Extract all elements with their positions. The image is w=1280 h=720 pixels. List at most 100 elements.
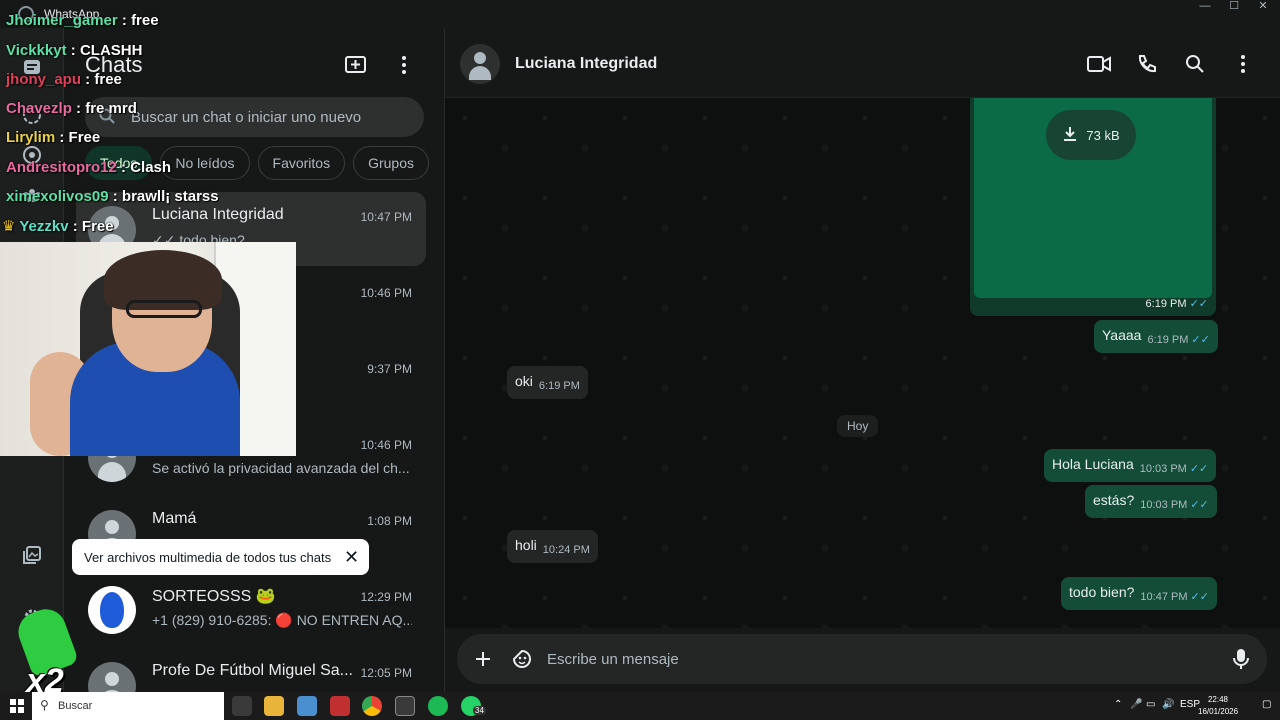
media-tooltip: Ver archivos multimedia de todos tus cha… bbox=[72, 539, 370, 575]
app-icon[interactable] bbox=[330, 696, 350, 716]
message-time: 6:19 PM bbox=[538, 380, 580, 392]
search-icon[interactable] bbox=[1183, 52, 1207, 76]
chat-name: Profe De Fútbol Miguel Sa... bbox=[152, 662, 352, 679]
chat-time: 1:08 PM bbox=[367, 514, 412, 528]
stream-chat-line: jhony_apu : free bbox=[6, 71, 122, 88]
message-text: estás? bbox=[1093, 492, 1135, 508]
taskbar-search[interactable]: ⚲ Buscar bbox=[32, 692, 224, 720]
message-text: Yaaaa bbox=[1102, 327, 1142, 343]
chat-preview: Se activó la privacidad avanzada del ch.… bbox=[152, 460, 410, 476]
search-icon: ⚲ bbox=[40, 698, 49, 712]
volume-icon[interactable]: 🔊 bbox=[1162, 699, 1174, 710]
message-bubble[interactable]: holi 10:24 PM bbox=[507, 530, 598, 563]
contact-name[interactable]: Luciana Integridad bbox=[515, 55, 657, 73]
read-ticks-icon: ✓✓ bbox=[1190, 499, 1209, 511]
stream-chat-line: Vickkkyt : CLASHH bbox=[6, 42, 143, 59]
title-bar: WhatsApp — ☐ ✕ bbox=[0, 0, 1280, 28]
stream-chat-line: Jhoimer_gamer : free bbox=[6, 12, 159, 29]
message-time: 6:19 PM bbox=[1147, 334, 1189, 346]
stream-chat-line: Chavezlp : fre mrd bbox=[6, 100, 137, 117]
composer bbox=[445, 628, 1280, 692]
message-bubble[interactable]: oki 6:19 PM bbox=[507, 366, 588, 399]
message-text: oki bbox=[515, 373, 533, 389]
chat-item-profe[interactable]: Profe De Fútbol Miguel Sa... 12:05 PM bbox=[76, 648, 426, 692]
network-icon[interactable]: ▭ bbox=[1146, 699, 1155, 710]
attach-plus-icon[interactable] bbox=[471, 647, 495, 671]
chat-time: 10:47 PM bbox=[360, 210, 412, 224]
message-area: 73 kB 6:19 PM ✓✓ Yaaaa 6:19 PM ✓✓ oki 6:19 … bbox=[445, 98, 1280, 628]
message-time: 6:19 PM ✓✓ bbox=[1145, 298, 1208, 310]
message-input[interactable] bbox=[547, 634, 1207, 684]
avatar[interactable] bbox=[460, 44, 500, 84]
language-indicator[interactable]: ESP bbox=[1180, 699, 1200, 710]
conversation-header: Luciana Integridad bbox=[445, 28, 1280, 98]
microphone-icon[interactable] bbox=[1229, 647, 1253, 671]
date-separator: Hoy bbox=[837, 415, 879, 437]
file-explorer-icon[interactable] bbox=[264, 696, 284, 716]
chat-time: 10:46 PM bbox=[360, 438, 412, 452]
store-icon[interactable] bbox=[297, 696, 317, 716]
chat-name: Luciana Integridad bbox=[152, 206, 284, 223]
message-text: holi bbox=[515, 537, 537, 553]
message-time: 10:03 PM bbox=[1140, 499, 1188, 511]
chat-time: 9:37 PM bbox=[367, 362, 412, 376]
x2-badge: x2 bbox=[12, 603, 80, 700]
message-text: Hola Luciana bbox=[1052, 456, 1134, 472]
composer-box bbox=[457, 634, 1267, 684]
chat-time: 10:46 PM bbox=[360, 286, 412, 300]
download-button[interactable]: 73 kB bbox=[1046, 110, 1136, 160]
message-bubble[interactable]: Yaaaa 6:19 PM ✓✓ bbox=[1094, 320, 1218, 353]
message-time: 10:24 PM bbox=[542, 544, 590, 556]
media-icon[interactable] bbox=[17, 540, 47, 570]
chat-name: Mamá bbox=[152, 510, 197, 527]
sticker-icon[interactable] bbox=[510, 647, 534, 671]
filter-unread[interactable]: No leídos bbox=[160, 146, 250, 180]
stream-chat-line: ♛ Yezzkv : Free bbox=[2, 218, 114, 235]
file-size: 73 kB bbox=[1086, 127, 1120, 143]
filter-favorites[interactable]: Favoritos bbox=[257, 146, 346, 180]
chrome-icon[interactable] bbox=[362, 696, 382, 716]
webcam-overlay bbox=[0, 242, 296, 456]
avatar bbox=[88, 586, 136, 634]
message-bubble[interactable]: todo bien? 10:47 PM ✓✓ bbox=[1061, 577, 1217, 610]
media-message[interactable]: 73 kB 6:19 PM ✓✓ bbox=[970, 98, 1216, 316]
filter-groups[interactable]: Grupos bbox=[353, 146, 430, 180]
taskbar-search-label: Buscar bbox=[58, 700, 93, 712]
microphone-tray-icon[interactable]: 🎤 bbox=[1130, 699, 1142, 710]
chat-preview: +1 (829) 910-6285: 🔴 NO ENTREN AQ... bbox=[152, 612, 412, 628]
whatsapp-taskbar-icon[interactable]: 34 bbox=[461, 696, 486, 716]
phone-icon[interactable] bbox=[1135, 52, 1159, 76]
spotify-icon[interactable] bbox=[428, 696, 448, 716]
menu-dots-icon[interactable] bbox=[392, 53, 416, 77]
chat-time: 12:05 PM bbox=[360, 666, 412, 680]
read-ticks-icon: ✓✓ bbox=[1189, 463, 1209, 475]
read-ticks-icon: ✓✓ bbox=[1191, 334, 1210, 346]
close-button[interactable]: ✕ bbox=[1246, 0, 1280, 14]
tooltip-text: Ver archivos multimedia de todos tus cha… bbox=[84, 549, 332, 565]
message-time: 10:03 PM bbox=[1139, 463, 1187, 475]
obs-icon[interactable] bbox=[395, 696, 415, 716]
windows-start-icon[interactable] bbox=[10, 699, 24, 713]
task-view-icon[interactable] bbox=[232, 696, 252, 716]
taskbar-clock[interactable]: 22:48 16/01/2026 bbox=[1198, 694, 1238, 718]
unread-badge: 34 bbox=[473, 706, 486, 715]
read-ticks-icon: ✓✓ bbox=[1190, 591, 1209, 603]
stream-chat-line: Lirylim : Free bbox=[6, 129, 101, 146]
taskbar: ⚲ Buscar 34 ⌃ 🎤 ▭ 🔊 ESP 22:48 16/01/2026… bbox=[0, 692, 1280, 720]
message-text: todo bien? bbox=[1069, 584, 1135, 600]
close-icon[interactable]: ✕ bbox=[344, 547, 359, 568]
download-icon bbox=[1062, 126, 1078, 145]
new-chat-icon[interactable] bbox=[344, 53, 368, 77]
chat-item-sorteosss[interactable]: SORTEOSSS 🐸 12:29 PM +1 (829) 910-6285: … bbox=[76, 572, 426, 646]
message-bubble[interactable]: Hola Luciana 10:03 PM ✓✓ bbox=[1044, 449, 1217, 482]
video-call-icon[interactable] bbox=[1087, 52, 1111, 76]
avatar bbox=[88, 662, 136, 692]
crown-icon: ♛ bbox=[2, 218, 20, 235]
tray-chevron-icon[interactable]: ⌃ bbox=[1114, 699, 1122, 710]
search-input[interactable] bbox=[131, 97, 411, 137]
notifications-icon[interactable]: ▢ bbox=[1262, 699, 1271, 710]
stream-chat-line: Andresitopro12 : Clash bbox=[6, 159, 172, 176]
message-time: 10:47 PM bbox=[1140, 591, 1188, 603]
menu-dots-icon[interactable] bbox=[1231, 52, 1255, 76]
message-bubble[interactable]: estás? 10:03 PM ✓✓ bbox=[1085, 485, 1217, 518]
